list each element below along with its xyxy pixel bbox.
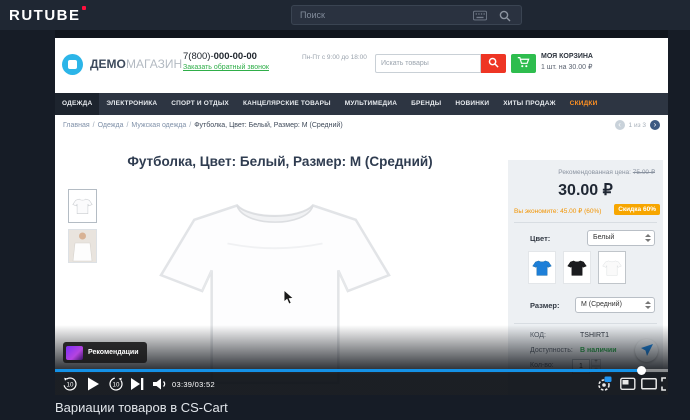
breadcrumb: Главная / Одежда / Мужская одежда / Футболка, … <box>63 122 343 129</box>
keyboard-icon[interactable] <box>473 10 487 21</box>
cart-title[interactable]: МОЯ КОРЗИНА <box>541 53 593 60</box>
divider <box>514 222 657 223</box>
quality-settings-button[interactable] <box>596 376 612 392</box>
old-price: 75.00 ₽ <box>632 169 655 176</box>
color-select[interactable]: Белый <box>587 230 655 246</box>
nav-item-sport[interactable]: СПОРТ И ОТДЫХ <box>164 93 236 115</box>
select-arrows-icon <box>645 234 651 242</box>
nav-item-elektronika[interactable]: ЭЛЕКТРОНИКА <box>99 93 164 115</box>
breadcrumb-current: Футболка, Цвет: Белый, Размер: M (Средни… <box>194 122 343 129</box>
nav-item-odezhda[interactable]: ОДЕЖДА <box>55 93 100 115</box>
model-photo-thumb <box>69 230 96 262</box>
forward-10-button[interactable]: 10 <box>108 376 124 392</box>
color-label: Цвет: <box>530 234 551 243</box>
next-track-button[interactable] <box>131 376 144 392</box>
search-icon <box>488 57 499 68</box>
nav-item-hity[interactable]: ХИТЫ ПРОДАЖ <box>496 93 562 115</box>
cart-summary: 1 шт. на 30.00 ₽ <box>541 64 593 71</box>
svg-text:10: 10 <box>113 382 120 389</box>
store-search-button[interactable] <box>481 54 506 73</box>
size-select-value: M (Средний) <box>581 301 622 308</box>
divider <box>514 323 657 324</box>
progress-fill <box>55 366 647 375</box>
store-hours: Пн-Пт с 9:00 до 18:00 <box>302 54 367 61</box>
swatch-white[interactable] <box>598 251 626 284</box>
rutube-logo[interactable]: RUTUBE <box>9 6 86 24</box>
rutube-topbar: RUTUBE <box>0 0 690 30</box>
breadcrumb-muzhskaya[interactable]: Мужская одежда <box>131 122 186 129</box>
store-nav: ОДЕЖДА ЭЛЕКТРОНИКА СПОРТ И ОТДЫХ КАНЦЕЛЯ… <box>55 93 668 115</box>
savings-text: Вы экономите: 45.00 ₽ (60%) <box>514 208 602 215</box>
cart-button[interactable] <box>511 54 536 73</box>
tshirt-white-icon <box>602 260 622 276</box>
color-select-value: Белый <box>593 234 615 241</box>
progress-bar[interactable] <box>55 366 668 375</box>
picture-in-picture-button[interactable] <box>620 376 636 392</box>
store-logo-demo[interactable]: ДЕМО <box>90 57 126 71</box>
play-button[interactable] <box>85 376 101 392</box>
product-pager: ‹ 1 из 3 › <box>614 120 660 130</box>
recommendations-chip[interactable]: Рекомендации <box>63 342 147 363</box>
rutube-search-input[interactable] <box>300 6 470 24</box>
store-logo-shop[interactable]: МАГАЗИН <box>126 57 182 71</box>
nav-item-kancelyarskie[interactable]: КАНЦЕЛЯРСКИЕ ТОВАРЫ <box>236 93 338 115</box>
mouse-cursor <box>283 290 295 305</box>
video-title[interactable]: Вариации товаров в CS-Cart <box>55 400 228 415</box>
breadcrumb-home[interactable]: Главная <box>63 122 90 129</box>
recommended-price: Рекомендованная цена: 75.00 ₽ <box>558 169 655 176</box>
current-price: 30.00 ₽ <box>558 182 613 199</box>
store-search-box[interactable] <box>375 54 481 73</box>
nav-item-brendy[interactable]: БРЕНДЫ <box>404 93 448 115</box>
tshirt-blue-icon <box>532 260 552 276</box>
svg-text:10: 10 <box>67 382 74 389</box>
time-display: 03:39/03:52 <box>172 380 215 389</box>
recommendations-label: Рекомендации <box>88 349 139 356</box>
tshirt-black-icon <box>567 260 587 276</box>
rutube-search-box[interactable] <box>291 5 522 25</box>
swatch-blue[interactable] <box>528 251 556 284</box>
fullscreen-button[interactable] <box>661 376 668 392</box>
rutube-page: RUTUBE ДЕМО МАГАЗИН 7(800)-000-00-00 Пн-… <box>0 0 690 420</box>
discount-badge: Скидка 60% <box>614 204 660 215</box>
rutube-logo-text: RUTUBE <box>9 7 81 24</box>
pager-prev-icon[interactable]: ‹ <box>614 120 625 130</box>
cart-icon <box>517 56 530 67</box>
select-arrows-icon <box>645 301 651 309</box>
player-controls: 10 10 03:39/03:52 <box>55 374 668 395</box>
pager-next-icon[interactable]: › <box>650 120 660 130</box>
swatch-black[interactable] <box>563 251 591 284</box>
product-thumbnail-2[interactable] <box>68 229 97 263</box>
nav-item-multimedia[interactable]: МУЛЬТИМЕДИА <box>338 93 404 115</box>
volume-button[interactable] <box>152 376 168 392</box>
store-phone: 7(800)-000-00-00 <box>183 51 257 62</box>
store-logo-icon[interactable] <box>62 54 83 75</box>
breadcrumb-odezhda[interactable]: Одежда <box>98 122 124 129</box>
rutube-logo-dot <box>81 6 86 10</box>
rewind-10-button[interactable]: 10 <box>62 376 78 392</box>
product-thumbnail-1[interactable] <box>68 189 97 223</box>
size-select[interactable]: M (Средний) <box>575 297 655 313</box>
nav-item-skidki[interactable]: СКИДКИ <box>563 93 605 115</box>
pager-text: 1 из 3 <box>628 121 646 129</box>
product-title: Футболка, Цвет: Белый, Размер: M (Средни… <box>127 154 433 169</box>
recommendation-thumbnail <box>66 345 83 360</box>
theater-mode-button[interactable] <box>641 376 657 392</box>
video-player[interactable]: ДЕМО МАГАЗИН 7(800)-000-00-00 Пн-Пт с 9:… <box>55 30 668 395</box>
store-search-input[interactable] <box>381 55 476 72</box>
size-label: Размер: <box>530 301 560 310</box>
tshirt-thumb-icon <box>72 198 93 214</box>
callback-link[interactable]: Заказать обратный звонок <box>183 64 269 71</box>
nav-item-novinki[interactable]: НОВИНКИ <box>448 93 496 115</box>
search-icon[interactable] <box>499 10 511 22</box>
